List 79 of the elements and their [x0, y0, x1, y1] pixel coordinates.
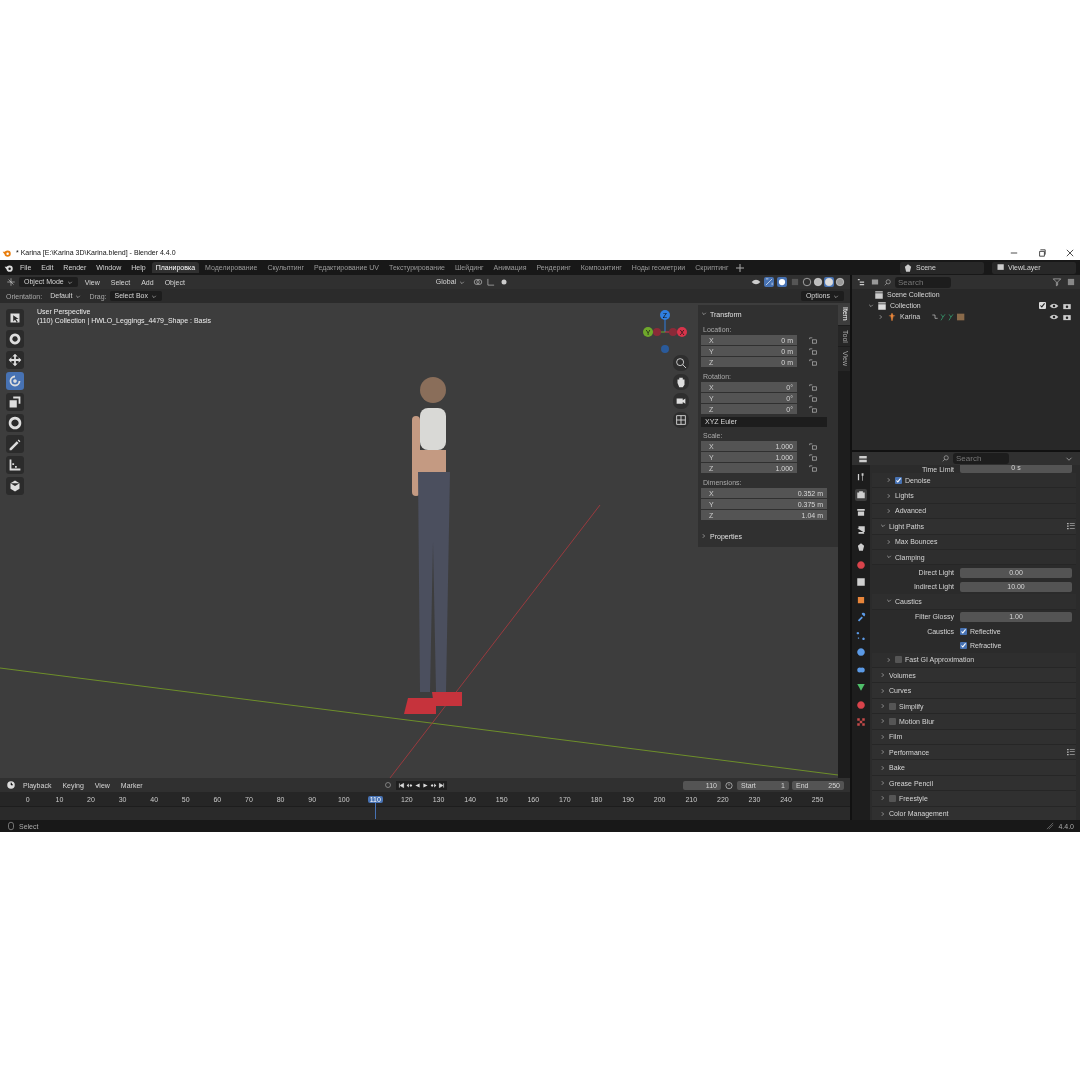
new-collection-icon[interactable]: [1066, 277, 1076, 287]
lock-icon[interactable]: [809, 336, 817, 344]
jump-end-icon[interactable]: [437, 781, 445, 789]
tool-icon[interactable]: [6, 393, 24, 411]
checkbox[interactable]: [889, 717, 896, 725]
lock-icon[interactable]: [809, 453, 817, 461]
mouse-icon: [6, 821, 16, 831]
filter-view-icon[interactable]: [870, 277, 880, 287]
pivot-icon[interactable]: [473, 277, 484, 287]
scene-icon: [903, 262, 913, 273]
zoom-icon[interactable]: [673, 355, 689, 371]
shading-mode-icon[interactable]: [813, 277, 823, 287]
editor-type-icon[interactable]: [6, 277, 16, 287]
caret-icon: [150, 293, 157, 300]
tool-icon[interactable]: [6, 309, 24, 327]
display-mode-icon[interactable]: [856, 277, 866, 287]
properties-tab-icon[interactable]: [855, 488, 867, 501]
caret-icon: [459, 279, 466, 286]
view-layer-icon: [995, 262, 1005, 273]
close-icon[interactable]: [1066, 248, 1074, 257]
shading-mode-icon[interactable]: [802, 277, 812, 287]
lock-icon[interactable]: [809, 442, 817, 450]
lock-icon[interactable]: [809, 394, 817, 402]
checkbox[interactable]: [889, 794, 896, 802]
add-icon[interactable]: [734, 262, 745, 273]
previous-keyframe-icon[interactable]: [405, 781, 413, 789]
tool-icon[interactable]: [6, 414, 24, 432]
caret-icon: [833, 293, 839, 300]
tool-icon[interactable]: [6, 372, 24, 390]
tool-icon[interactable]: [6, 477, 24, 495]
collection-icon: [877, 300, 887, 311]
chevron-icon[interactable]: [878, 313, 884, 320]
record-icon[interactable]: [382, 780, 393, 790]
properties-tab-icon[interactable]: [855, 506, 867, 518]
search-icon: [884, 278, 891, 286]
properties-tab-icon[interactable]: [855, 541, 867, 553]
jump-start-icon[interactable]: [397, 781, 405, 789]
properties-tab-icon[interactable]: [855, 471, 867, 483]
lock-icon[interactable]: [809, 383, 817, 391]
tool-icon[interactable]: [6, 330, 24, 348]
shading-mode-icon[interactable]: [824, 277, 834, 287]
presets-icon[interactable]: [1066, 747, 1076, 758]
clock-icon[interactable]: [6, 780, 16, 790]
checkbox[interactable]: [889, 702, 896, 710]
play-reverse-icon[interactable]: [413, 781, 421, 789]
properties-tab-icon[interactable]: [855, 646, 867, 658]
properties-tab-icon[interactable]: [855, 576, 867, 588]
filter-icon[interactable]: [1052, 277, 1062, 287]
gizmo-toggle-icon[interactable]: [764, 277, 774, 287]
lock-icon[interactable]: [809, 405, 817, 413]
stopwatch-icon[interactable]: [724, 780, 734, 790]
armature-icon: [887, 311, 897, 322]
checkbox[interactable]: [1039, 302, 1046, 309]
lock-icon[interactable]: [809, 358, 817, 366]
shading-mode-icon[interactable]: [835, 277, 845, 287]
hand-icon[interactable]: [673, 374, 689, 390]
presets-icon[interactable]: [1066, 521, 1076, 532]
overlay-toggle-icon[interactable]: [777, 277, 787, 287]
properties-tab-icon[interactable]: [855, 611, 867, 623]
tool-icon[interactable]: [6, 351, 24, 369]
lock-icon[interactable]: [809, 347, 817, 355]
search-field[interactable]: Search: [895, 276, 951, 288]
search-icon: [942, 455, 949, 462]
tool-icon[interactable]: [6, 456, 24, 474]
lock-icon[interactable]: [809, 464, 817, 472]
visibility-icon[interactable]: [751, 277, 761, 287]
properties-tab-icon[interactable]: [855, 681, 867, 693]
search-field[interactable]: Search: [953, 453, 1009, 464]
maximize-icon[interactable]: [1038, 248, 1046, 257]
collection-icon: [874, 289, 884, 300]
playhead-line[interactable]: [374, 803, 376, 819]
editor-type-icon[interactable]: [858, 453, 868, 464]
camera-icon[interactable]: [673, 393, 689, 409]
network-icon: [1045, 821, 1056, 831]
grid-icon[interactable]: [673, 412, 689, 428]
tool-icon[interactable]: [6, 435, 24, 453]
chevron-icon[interactable]: [868, 302, 874, 309]
checkbox[interactable]: [895, 656, 902, 664]
properties-tab-icon[interactable]: [855, 523, 867, 536]
